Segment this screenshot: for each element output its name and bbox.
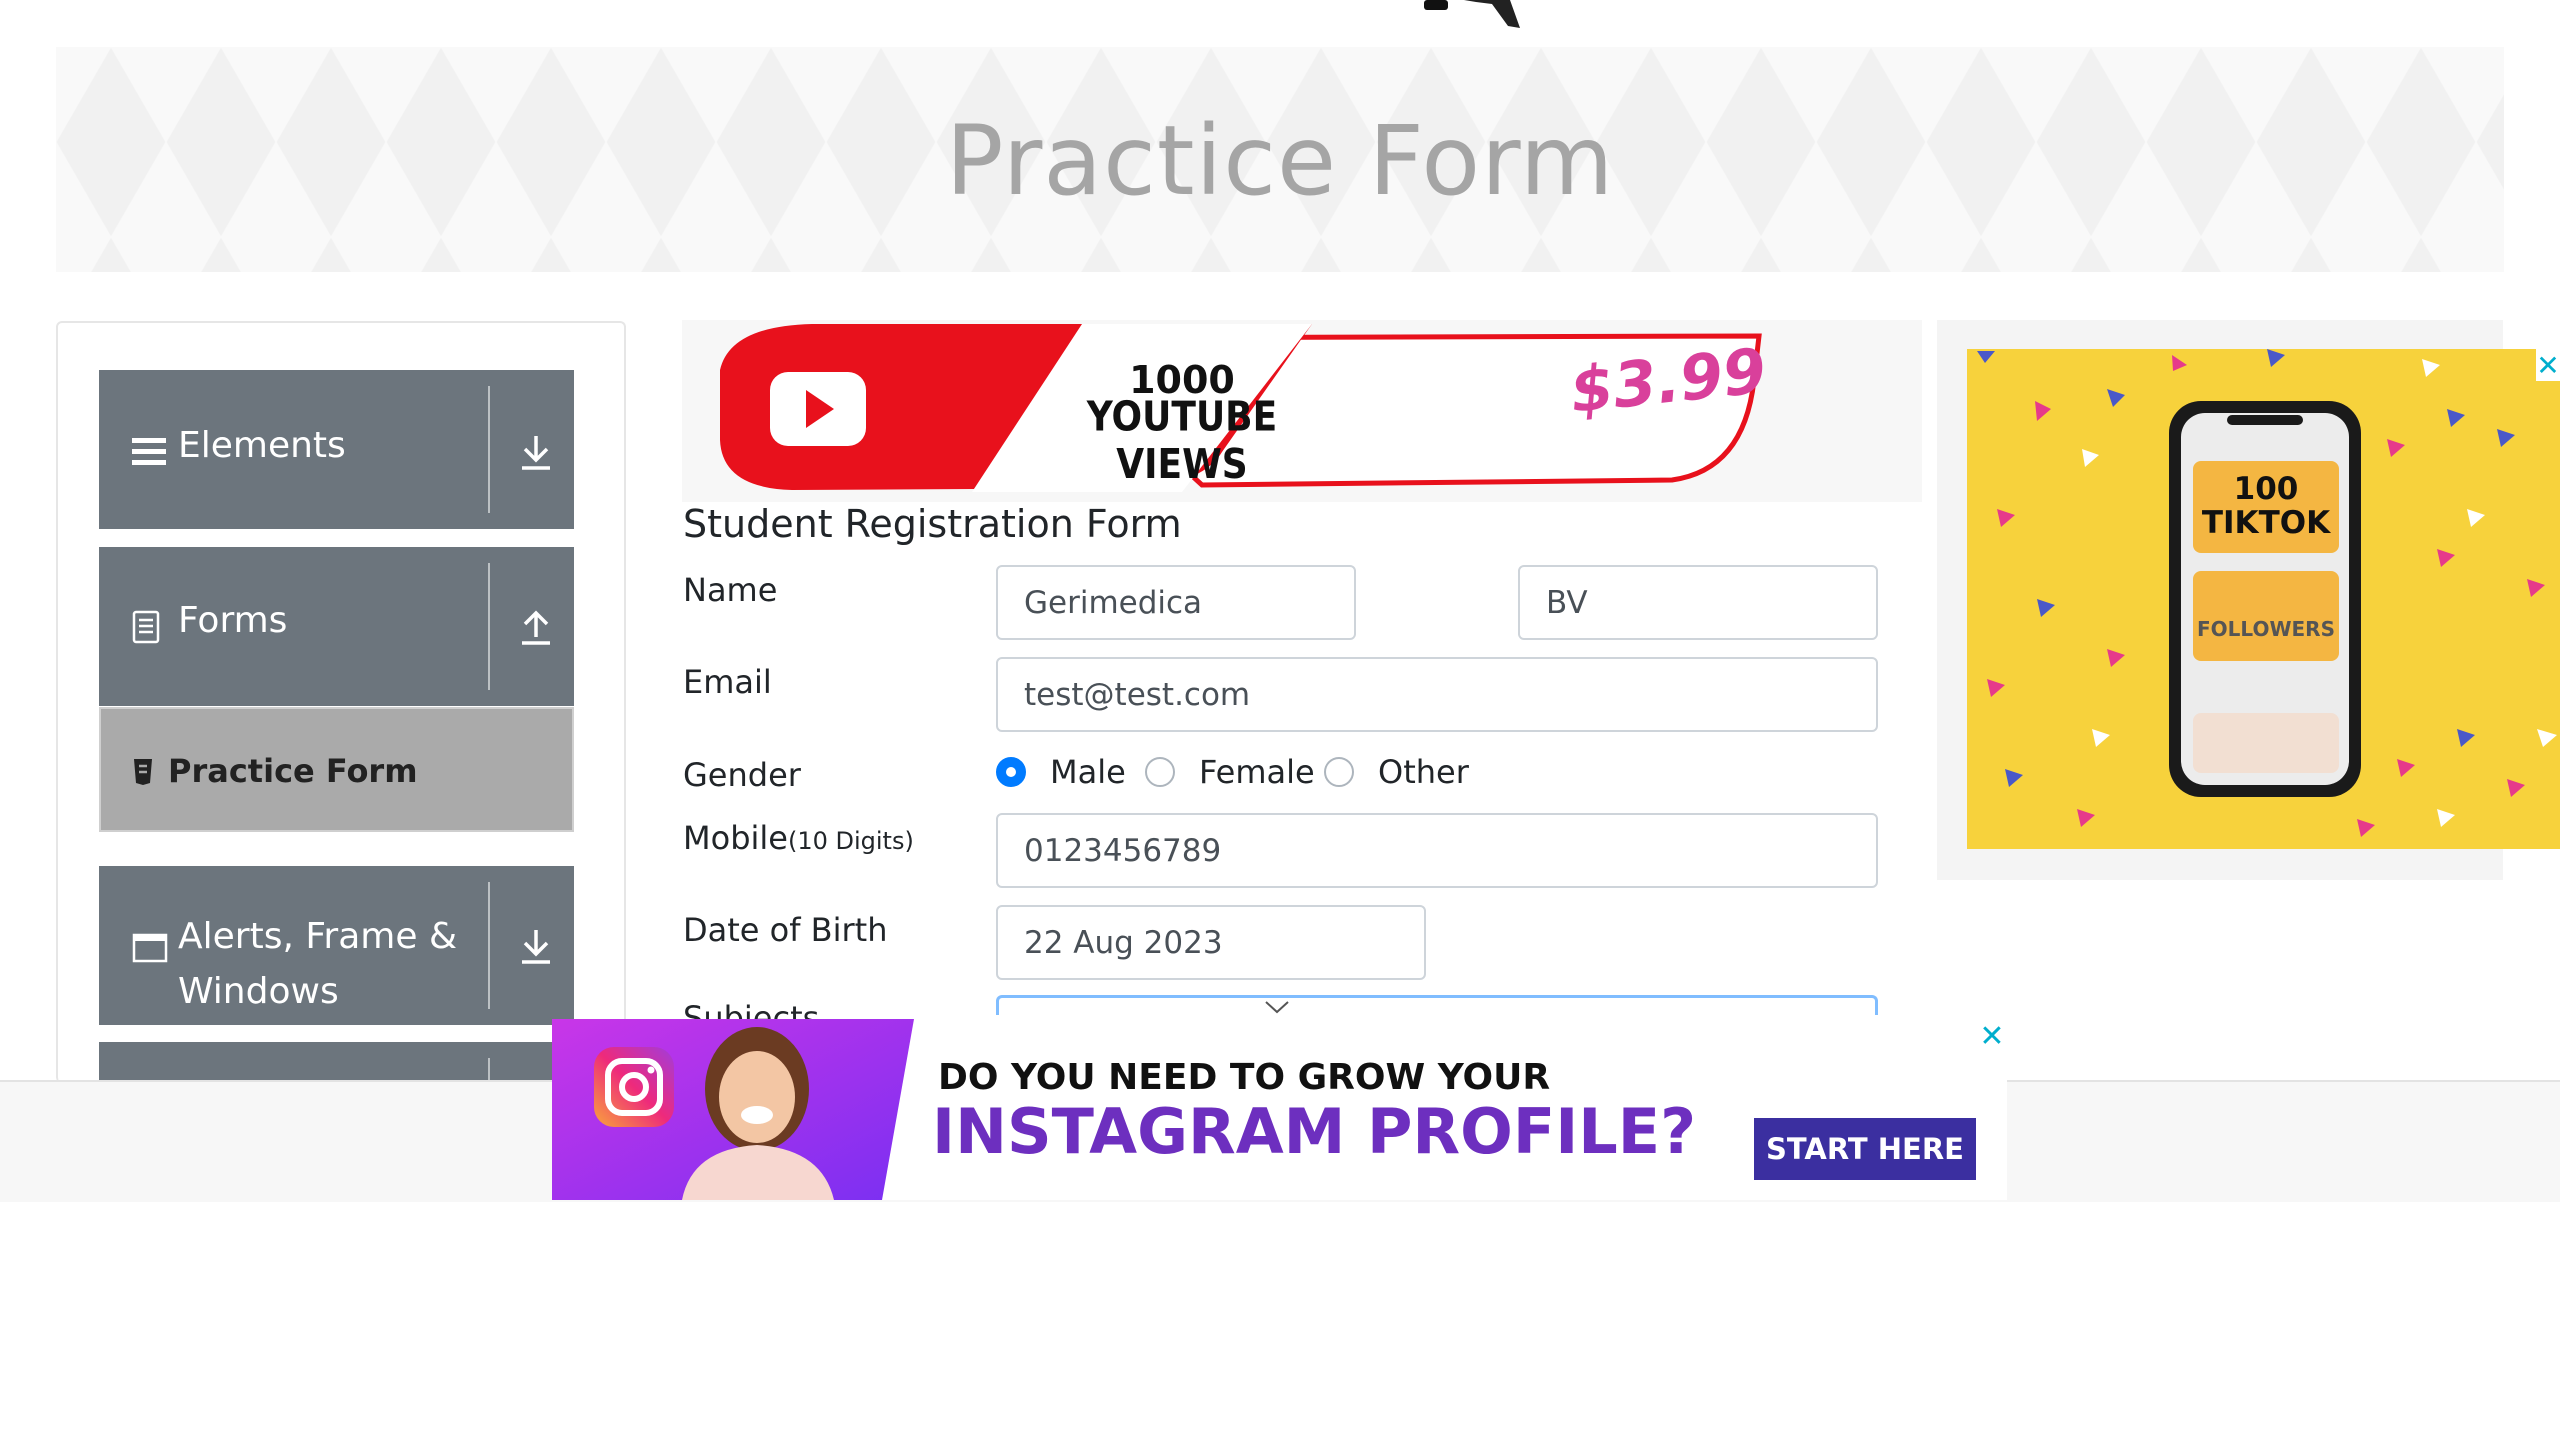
radio-female[interactable]: [1145, 757, 1175, 787]
sidebar-group-alerts[interactable]: Alerts, Frame & Windows: [99, 866, 574, 1025]
tiktok-followers-ad[interactable]: 100 TIKTOK FOLLOWERS: [1967, 349, 2560, 849]
ad-count: 100: [2233, 471, 2299, 507]
name-label: Name: [683, 571, 778, 609]
subjects-label: Subjects: [683, 999, 819, 1019]
sidebar-item-practice-form[interactable]: Practice Form: [99, 707, 574, 832]
page-header-banner: Practice Form: [56, 47, 2504, 272]
form-icon: [134, 759, 152, 785]
radio-male[interactable]: [996, 757, 1026, 787]
site-logo-fragment: [1424, 0, 1520, 28]
sidebar-group-label: Alerts, Frame &: [178, 916, 458, 957]
mobile-hint: (10 Digits): [787, 827, 914, 855]
sidebar-group-label: Elements: [178, 425, 346, 466]
sidebar-group-label: Forms: [178, 600, 288, 641]
mobile-label: Mobile(10 Digits): [683, 819, 914, 857]
last-name-input[interactable]: BV: [1518, 565, 1878, 640]
first-name-input[interactable]: Gerimedica: [996, 565, 1356, 640]
sidebar-group-forms[interactable]: Forms: [99, 547, 574, 706]
radio-other[interactable]: [1324, 757, 1354, 787]
ad-subheadline: YOUTUBE VIEWS: [1086, 393, 1278, 489]
download-arrow-icon: [522, 436, 550, 470]
subjects-label-text: Subjects: [683, 999, 820, 1019]
gender-female-option[interactable]: Female: [1145, 753, 1315, 791]
sidebar-item-label: Practice Form: [168, 752, 418, 790]
date-of-birth-input[interactable]: 22 Aug 2023: [996, 905, 1426, 980]
divider: [488, 563, 490, 690]
ad-platform: TIKTOK: [2201, 505, 2331, 541]
upload-arrow-icon: [522, 610, 550, 645]
mobile-label-text: Mobile: [683, 819, 788, 857]
dob-label: Date of Birth: [683, 911, 888, 949]
instagram-profile-ad[interactable]: DO YOU NEED TO GROW YOUR INSTAGRAM PROFI…: [552, 1019, 2007, 1200]
hamburger-icon: [132, 438, 166, 465]
document-icon: [132, 610, 160, 644]
gender-male-option[interactable]: Male: [996, 753, 1126, 791]
sidebar-group-label-line2: Windows: [178, 971, 339, 1012]
sidebar-group-elements[interactable]: Elements: [99, 370, 574, 529]
page-title: Practice Form: [945, 105, 1615, 217]
close-icon[interactable]: ✕: [1977, 1022, 2007, 1052]
radio-label: Other: [1378, 753, 1469, 791]
radio-label: Female: [1199, 753, 1315, 791]
subjects-input[interactable]: [996, 995, 1878, 1015]
divider: [488, 386, 490, 513]
radio-label: Male: [1050, 753, 1126, 791]
sidebar-group-next[interactable]: [99, 1042, 574, 1082]
ad-subheadline: INSTAGRAM PROFILE?: [932, 1095, 1697, 1168]
youtube-views-ad[interactable]: 1000 YOUTUBE VIEWS $3.99: [682, 320, 1922, 502]
start-here-button[interactable]: START HERE: [1754, 1118, 1976, 1180]
chevron-down-icon: [1265, 1001, 1289, 1014]
divider: [488, 882, 490, 1009]
email-input[interactable]: test@test.com: [996, 657, 1878, 732]
divider: [488, 1058, 490, 1082]
confetti-background: [1977, 349, 2557, 837]
download-arrow-icon: [522, 930, 550, 964]
ad-headline: DO YOU NEED TO GROW YOUR: [938, 1057, 1551, 1098]
form-title: Student Registration Form: [683, 502, 1182, 546]
email-label: Email: [683, 663, 772, 701]
close-icon[interactable]: ✕: [2536, 349, 2560, 382]
gender-other-option[interactable]: Other: [1324, 753, 1469, 791]
window-icon: [132, 933, 168, 963]
gender-label: Gender: [683, 756, 801, 794]
ad-followers: FOLLOWERS: [2197, 617, 2335, 641]
mobile-input[interactable]: 0123456789: [996, 813, 1878, 888]
